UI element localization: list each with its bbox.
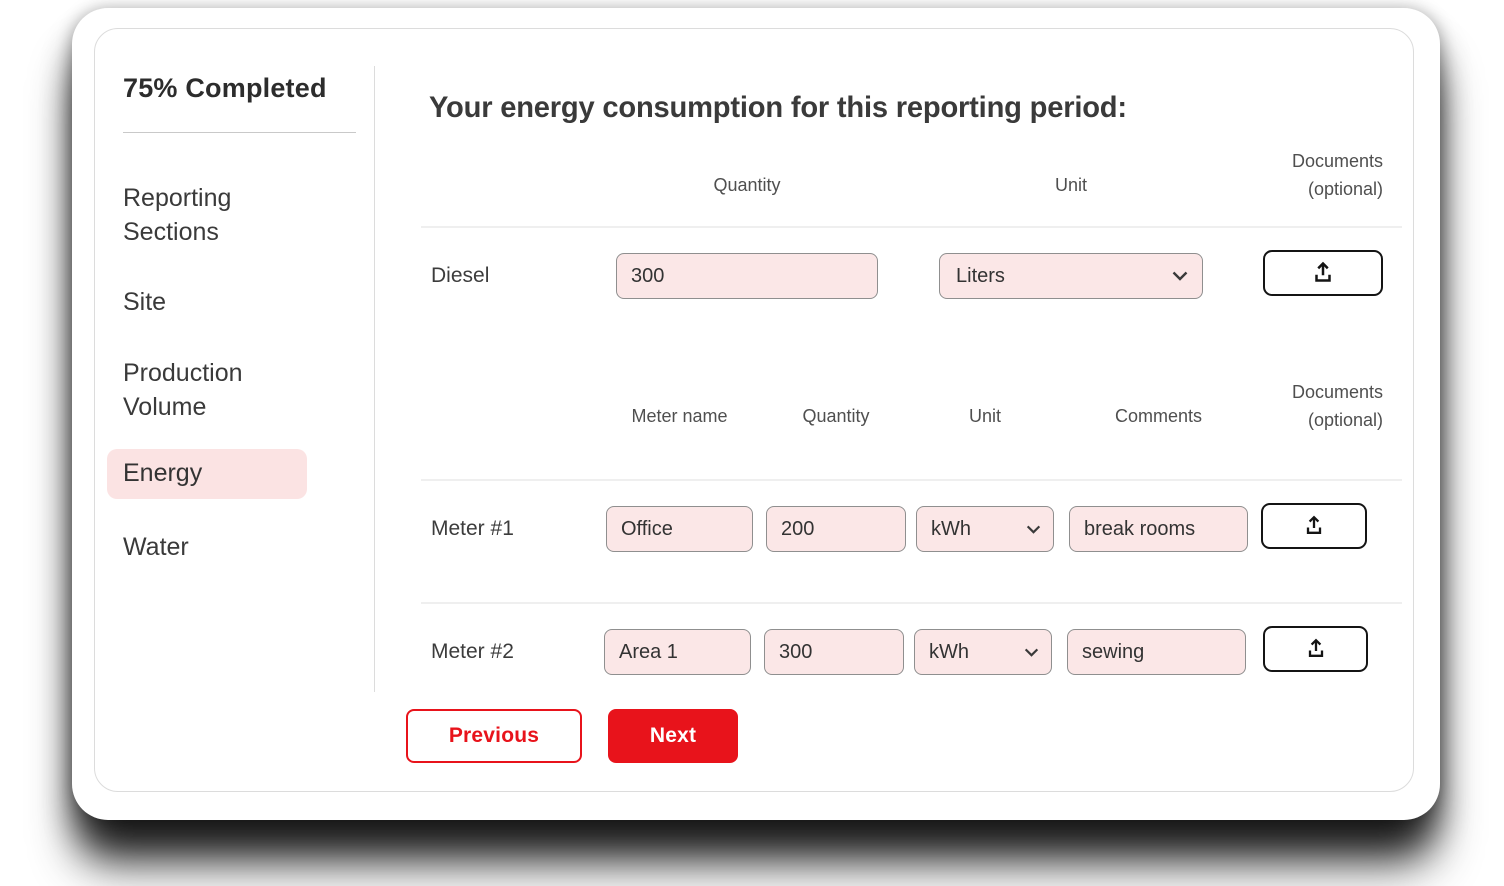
meter2-unit-select[interactable]: kWh (914, 629, 1052, 675)
diesel-quantity-input[interactable] (616, 253, 878, 299)
meter2-name-input[interactable] (604, 629, 751, 675)
meter-header-comments: Comments (1114, 406, 1203, 426)
row-divider (421, 226, 1402, 228)
meter1-upload-button[interactable] (1261, 503, 1367, 549)
meter1-quantity-input[interactable] (766, 506, 906, 552)
chevron-down-icon (1172, 271, 1188, 281)
sidebar-main-divider (374, 66, 375, 692)
fuel-header-quantity: Quantity (713, 175, 781, 195)
page-background: 75% Completed Reporting Sections Site Pr… (0, 0, 1504, 886)
row-divider (421, 479, 1402, 481)
meter-row-label-2: Meter #2 (431, 640, 514, 663)
upload-icon (1310, 259, 1336, 288)
diesel-unit-select[interactable]: Liters (939, 253, 1203, 299)
meter-header-name: Meter name (631, 406, 728, 426)
meter2-comments-input[interactable] (1067, 629, 1246, 675)
row-divider (421, 602, 1402, 604)
page-title: Your energy consumption for this reporti… (429, 91, 1127, 124)
fuel-row-label-diesel: Diesel (431, 264, 490, 287)
meter-header-unit: Unit (968, 406, 1001, 426)
diesel-unit-value: Liters (956, 264, 1005, 287)
next-button[interactable]: Next (608, 709, 738, 763)
meter2-upload-button[interactable] (1263, 626, 1368, 672)
sidebar-item-production-volume[interactable]: Production Volume (123, 356, 313, 424)
meter1-comments-input[interactable] (1069, 506, 1248, 552)
meter-row-label-1: Meter #1 (431, 517, 514, 540)
meter1-unit-select[interactable]: kWh (916, 506, 1054, 552)
meter2-quantity-input[interactable] (764, 629, 904, 675)
sidebar-item-water[interactable]: Water (123, 530, 189, 564)
meter-header-quantity: Quantity (802, 406, 870, 426)
meter1-name-input[interactable] (606, 506, 753, 552)
meter-header-documents: Documents (optional) (1291, 382, 1383, 430)
fuel-header-unit: Unit (1054, 175, 1087, 195)
report-panel: 75% Completed Reporting Sections Site Pr… (94, 28, 1414, 792)
fuel-header-documents: Documents (optional) (1291, 151, 1383, 199)
progress-label: 75% Completed (123, 73, 327, 103)
sidebar-item-energy-label: Energy (123, 459, 203, 487)
upload-icon (1304, 636, 1328, 663)
sidebar-item-reporting-sections[interactable]: Reporting Sections (123, 181, 293, 249)
sidebar-item-energy[interactable]: Energy (107, 449, 307, 499)
meter1-unit-value: kWh (931, 517, 971, 540)
chevron-down-icon (1026, 525, 1041, 534)
meter2-unit-value: kWh (929, 640, 969, 663)
previous-button[interactable]: Previous (406, 709, 582, 763)
sidebar-divider (123, 132, 356, 133)
report-card: 75% Completed Reporting Sections Site Pr… (72, 8, 1440, 820)
upload-icon (1302, 513, 1326, 540)
sidebar-item-site[interactable]: Site (123, 285, 166, 319)
diesel-upload-button[interactable] (1263, 250, 1383, 296)
chevron-down-icon (1024, 648, 1039, 657)
